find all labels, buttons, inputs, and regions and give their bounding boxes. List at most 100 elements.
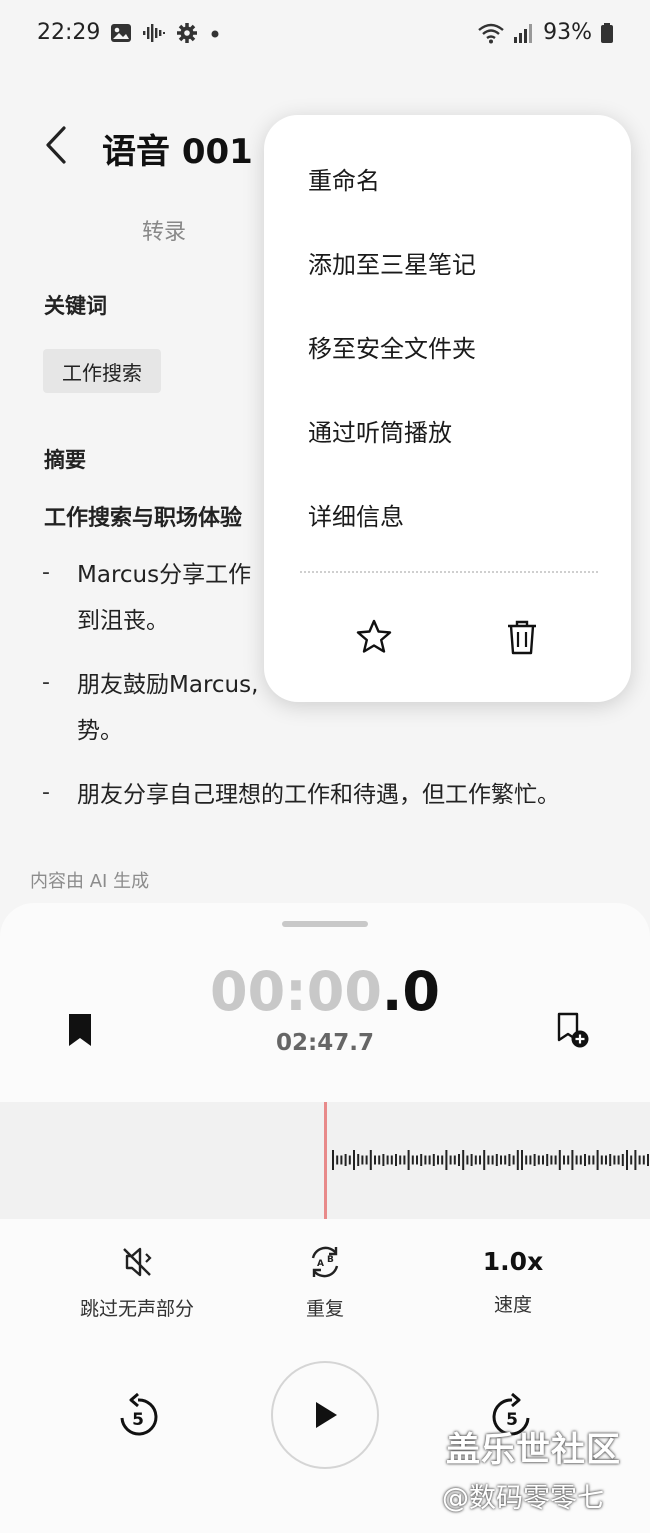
page-title: 语音 001 (102, 132, 253, 172)
timer-fraction: .0 (381, 960, 440, 1023)
waveform-bar (428, 1155, 431, 1165)
waveform-bar (521, 1150, 523, 1170)
waveform-bar (542, 1155, 544, 1165)
bullet-dash: - (42, 780, 50, 805)
waveform-bar (533, 1154, 536, 1166)
repeat-ab-button[interactable]: AB 重复 (245, 1242, 405, 1321)
waveform-bar (487, 1155, 490, 1165)
summary-bullet: Marcus分享工作 到沮丧。 (77, 562, 252, 634)
skip-silence-button[interactable]: 跳过无声部分 (57, 1242, 217, 1321)
waveform-bar (567, 1155, 570, 1165)
waveform-bar (529, 1155, 532, 1165)
skip-silence-icon (123, 1247, 152, 1277)
menu-item-details[interactable]: 详细信息 (308, 497, 404, 532)
watermark-community: 盖乐世社区 (446, 1430, 621, 1470)
svg-text:A: A (317, 1259, 324, 1269)
waveform-bar (336, 1155, 339, 1165)
waveform-bar (550, 1155, 553, 1165)
waveform-bar (546, 1154, 549, 1166)
status-bar: 22:29 93% (0, 0, 650, 70)
waveform-bar (563, 1155, 565, 1165)
waveform-bar (479, 1155, 481, 1165)
menu-item-add-to-notes[interactable]: 添加至三星笔记 (308, 245, 476, 280)
waveform-bar (386, 1155, 389, 1165)
waveform-bar (575, 1155, 578, 1165)
waveform-bar (647, 1154, 649, 1166)
waveform-bar (516, 1150, 519, 1170)
repeat-label: 重复 (305, 1298, 344, 1320)
waveform-bar (348, 1155, 351, 1165)
waveform-bar (558, 1150, 561, 1170)
delete-button[interactable] (504, 617, 540, 657)
waveform-bar (441, 1155, 444, 1165)
waveform-bar (630, 1155, 633, 1165)
trash-icon (508, 620, 536, 655)
waveform-bar (462, 1150, 465, 1170)
status-time: 22:29 (37, 20, 101, 45)
tab-transcript[interactable]: 转录 (142, 214, 186, 246)
play-button[interactable] (271, 1361, 379, 1469)
waveform-bar (449, 1155, 452, 1165)
playhead[interactable] (324, 1102, 327, 1219)
summary-bullet: 朋友分享自己理想的工作和待遇，但工作繁忙。 (77, 782, 560, 808)
waveform-bar (537, 1155, 540, 1165)
waveform-bar (571, 1150, 574, 1170)
waveform-bar (420, 1154, 423, 1166)
waveform-bar (605, 1155, 607, 1165)
waveform-bar (344, 1154, 347, 1166)
keyword-chip[interactable]: 工作搜索 (43, 349, 161, 393)
rewind-5s-button[interactable]: 5 (114, 1392, 162, 1440)
waveform-bar (332, 1150, 334, 1170)
bookmark-button[interactable] (62, 1010, 98, 1050)
chevron-left-icon (46, 126, 66, 164)
summary-bullet: 朋友鼓励Marcus, 势。 (77, 672, 259, 744)
summary-title: 工作搜索与职场体验 (44, 506, 243, 531)
battery-percent: 93% (543, 20, 592, 45)
waveform-bar (445, 1150, 448, 1170)
menu-item-rename[interactable]: 重命名 (308, 161, 380, 196)
waveform-bar (453, 1155, 456, 1165)
favorite-button[interactable] (354, 617, 394, 657)
playback-speed-button[interactable]: 1.0x 速度 (433, 1242, 593, 1317)
repeat-ab-icon: AB (311, 1246, 339, 1278)
waveform-bar (621, 1154, 624, 1166)
waveform-bar (382, 1154, 385, 1166)
waveform-bar (374, 1155, 376, 1165)
summary-heading: 摘要 (44, 448, 86, 472)
signal-icon (514, 23, 533, 43)
waveform-bar (579, 1155, 582, 1165)
waveform-bar (407, 1150, 410, 1170)
bullet-dash: - (42, 670, 50, 695)
waveform-bar (504, 1155, 507, 1165)
watermark-author: @数码零零七 (442, 1483, 604, 1514)
waveform-bar (495, 1154, 498, 1166)
menu-item-move-to-secure-folder[interactable]: 移至安全文件夹 (308, 329, 476, 364)
play-icon (316, 1402, 337, 1428)
menu-item-play-through-earpiece[interactable]: 通过听筒播放 (308, 413, 452, 448)
waveform-bar (483, 1150, 486, 1170)
wifi-icon (478, 23, 504, 43)
sheet-drag-handle[interactable] (282, 921, 368, 927)
waveform-bar (369, 1150, 372, 1170)
waveform-bar (340, 1155, 343, 1165)
add-bookmark-icon (557, 1012, 589, 1048)
waveform-bar (458, 1154, 460, 1166)
waveform-bar (403, 1155, 406, 1165)
back-button[interactable] (38, 122, 78, 168)
waveform-bar (592, 1155, 595, 1165)
waveform-bar (500, 1155, 502, 1165)
svg-text:B: B (327, 1255, 334, 1265)
ai-generated-note: 内容由 AI 生成 (30, 871, 150, 892)
speed-value: 1.0x (482, 1247, 544, 1276)
waveform-bar (617, 1155, 620, 1165)
overflow-menu: 重命名 添加至三星笔记 移至安全文件夹 通过听筒播放 详细信息 (264, 115, 631, 702)
add-bookmark-button[interactable] (554, 1010, 592, 1050)
rewind-icon: 5 (120, 1392, 158, 1436)
waveform-bar (361, 1155, 364, 1165)
waveform-bar (609, 1154, 612, 1166)
dot-icon (211, 30, 219, 38)
gallery-icon (111, 24, 131, 42)
star-icon (356, 619, 392, 653)
waveform-bar (642, 1155, 645, 1165)
waveform-bar (399, 1155, 402, 1165)
